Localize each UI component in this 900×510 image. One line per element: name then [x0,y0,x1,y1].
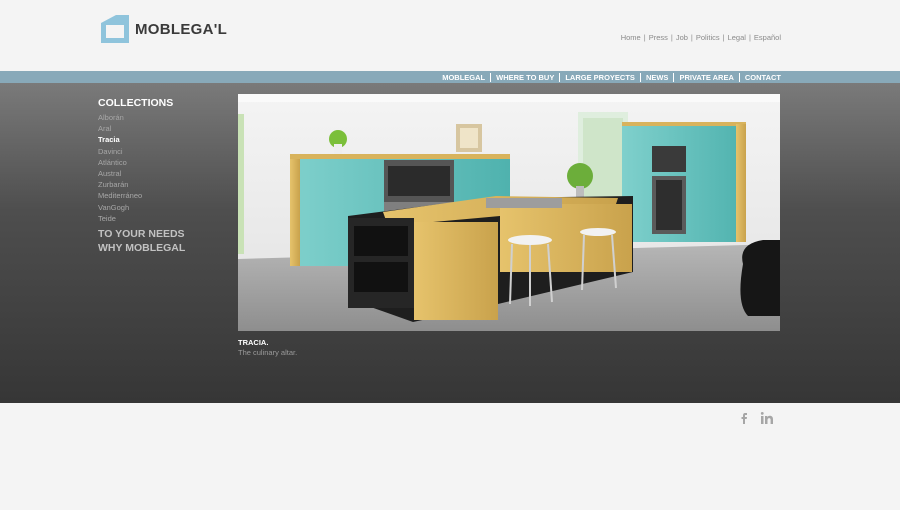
collection-austral[interactable]: Austral [98,168,228,179]
linkedin-icon[interactable] [760,411,774,425]
top-link-legal[interactable]: Legal [728,33,746,42]
caption-subtitle: The culinary altar. [238,348,298,357]
main-nav-bar: MOBLEGAL WHERE TO BUY LARGE PROYECTS NEW… [0,71,900,83]
logo-text: MOBLEGA'L [135,20,228,38]
footer [0,403,900,510]
main-content: COLLECTIONS Alborán Aral Tracia Davinci … [0,83,900,403]
main-nav: MOBLEGAL WHERE TO BUY LARGE PROYECTS NEW… [437,71,781,83]
why-moblegal-link[interactable]: WHY MOBLEGAL [98,242,228,254]
collection-alboran[interactable]: Alborán [98,112,228,123]
collection-aral[interactable]: Aral [98,123,228,134]
collection-vangogh[interactable]: VanGogh [98,202,228,213]
kitchen-photo [238,94,780,331]
top-links: Home | Press | Job | Politics | Legal | … [620,33,781,42]
collection-atlantico[interactable]: Atlántico [98,157,228,168]
nav-private-area[interactable]: PRIVATE AREA [674,72,740,82]
nav-moblegal[interactable]: MOBLEGAL [437,72,492,82]
social-links [737,411,774,425]
to-your-needs-link[interactable]: TO YOUR NEEDS [98,228,228,240]
nav-news[interactable]: NEWS [641,72,675,82]
top-link-home[interactable]: Home [621,33,641,42]
logo-mark-icon [101,15,129,43]
collections-heading[interactable]: COLLECTIONS [98,97,228,109]
top-link-press[interactable]: Press [649,33,668,42]
nav-contact[interactable]: CONTACT [740,73,781,82]
top-link-espanol[interactable]: Español [754,33,781,42]
header: MOBLEGA'L Home | Press | Job | Politics … [0,0,900,71]
collections-sidebar: COLLECTIONS Alborán Aral Tracia Davinci … [98,97,228,254]
caption-title: TRACIA. [238,338,269,347]
facebook-icon[interactable] [737,411,751,425]
collection-tracia[interactable]: Tracia [98,134,228,145]
logo[interactable]: MOBLEGA'L [100,14,227,44]
top-link-politics[interactable]: Politics [696,33,720,42]
top-link-job[interactable]: Job [676,33,688,42]
photo-caption: TRACIA. The culinary altar. [238,338,297,357]
collection-mediterraneo[interactable]: Mediterráneo [98,190,228,201]
collection-zurbaran[interactable]: Zurbarán [98,179,228,190]
kitchen-illustration [238,94,780,331]
collection-teide[interactable]: Teide [98,213,228,224]
nav-where-to-buy[interactable]: WHERE TO BUY [491,72,561,82]
nav-large-proyects[interactable]: LARGE PROYECTS [560,72,641,82]
collections-list: Alborán Aral Tracia Davinci Atlántico Au… [98,112,228,224]
collection-davinci[interactable]: Davinci [98,146,228,157]
